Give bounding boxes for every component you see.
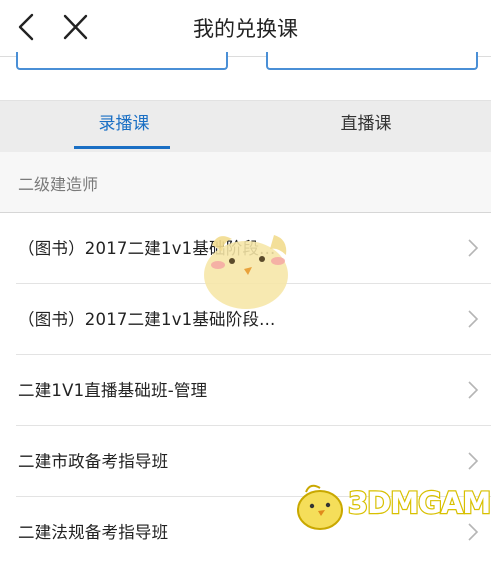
cut-off-button-right[interactable] (266, 52, 478, 70)
section-header: 二级建造师 (0, 152, 491, 213)
course-title: 二建1V1直播基础班-管理 (18, 381, 208, 400)
active-tab-indicator (74, 146, 170, 149)
cut-off-button-left[interactable] (16, 52, 228, 70)
top-bar: 我的兑换课 (0, 0, 491, 57)
chevron-right-icon (468, 310, 479, 328)
section-label: 二级建造师 (18, 175, 99, 194)
watermark-text: 3DMGAME (347, 485, 491, 521)
tab-recorded[interactable]: 录播课 (44, 101, 204, 152)
tab-live[interactable]: 直播课 (286, 101, 446, 152)
chevron-right-icon (468, 381, 479, 399)
chevron-right-icon (468, 239, 479, 257)
tab-bar: 录播课 直播课 (0, 100, 491, 152)
chevron-right-icon (468, 452, 479, 470)
list-item[interactable]: 二建1V1直播基础班-管理 (0, 355, 491, 426)
course-title: 二建法规备考指导班 (18, 523, 169, 542)
watermark: 3DMGAME (292, 478, 491, 533)
watermark-chick-icon (297, 484, 343, 530)
course-title: 二建市政备考指导班 (18, 452, 169, 471)
page-title: 我的兑换课 (193, 17, 298, 41)
mascot-chick-icon (204, 235, 288, 309)
